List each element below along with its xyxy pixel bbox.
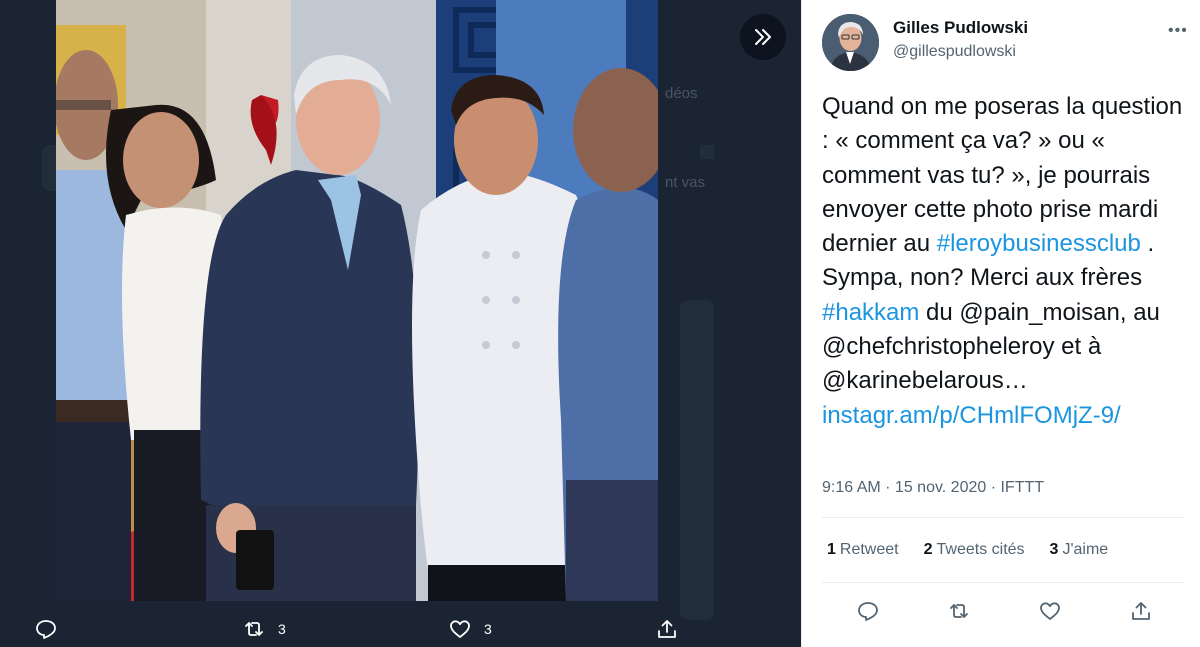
- viewer-share-button[interactable]: [655, 615, 679, 643]
- retweet-icon: [950, 604, 968, 618]
- reply-button[interactable]: [853, 596, 883, 626]
- retweet-icon: [245, 622, 263, 636]
- like-icon: [1040, 602, 1060, 620]
- tweet-text: Quand on me poseras la question : « comm…: [822, 90, 1184, 433]
- reply-icon: [36, 620, 56, 639]
- avatar-image: [822, 14, 879, 71]
- instagram-link[interactable]: instagr.am/p/CHmlFOMjZ-9/: [822, 402, 1121, 429]
- background-label-how-are-you: nt vas: [665, 174, 706, 191]
- retweets-count: 1: [827, 541, 836, 558]
- avatar[interactable]: [822, 14, 879, 71]
- author-handle[interactable]: @gillespudlowski: [893, 43, 1016, 61]
- expand-icon: [755, 29, 771, 45]
- retweets-stat[interactable]: 1 Retweet: [827, 541, 899, 559]
- tweet-photo[interactable]: [56, 0, 658, 601]
- tweet-actions: [802, 596, 1200, 626]
- viewer-reply-button[interactable]: [34, 615, 58, 643]
- viewer-like-count: 3: [484, 621, 492, 637]
- likes-label: J'aime: [1062, 541, 1109, 558]
- tweet-timestamp[interactable]: 9:16 AM · 15 nov. 2020 · IFTTT: [822, 479, 1044, 497]
- viewer-retweet-count: 3: [278, 621, 286, 637]
- viewer-retweet-button[interactable]: 3: [242, 615, 286, 643]
- photo-illustration: [56, 0, 658, 601]
- hashtag-link[interactable]: #leroybusinessclub: [937, 230, 1141, 257]
- share-button[interactable]: [1126, 596, 1156, 626]
- divider: [822, 582, 1184, 583]
- like-button[interactable]: [1035, 596, 1065, 626]
- tweet-panel: Gilles Pudlowski @gillespudlowski ••• Qu…: [801, 0, 1200, 647]
- tweet-stats: 1 Retweet 2 Tweets cités 3 J'aime: [827, 541, 1108, 559]
- retweets-label: Retweet: [839, 541, 899, 558]
- share-icon: [1132, 602, 1150, 620]
- likes-count: 3: [1049, 541, 1059, 558]
- reply-icon: [858, 602, 878, 621]
- quotes-label: Tweets cités: [936, 541, 1025, 558]
- likes-stat[interactable]: 3 J'aime: [1050, 541, 1109, 559]
- expand-button[interactable]: [740, 14, 786, 60]
- background-label-videos: déos: [665, 85, 698, 102]
- quotes-count: 2: [923, 541, 933, 558]
- background-card: [680, 300, 714, 620]
- media-viewer: déos nt vas 3 3: [0, 0, 801, 647]
- background-icon: [700, 145, 714, 159]
- divider: [822, 517, 1184, 518]
- quote-tweets-stat[interactable]: 2 Tweets cités: [924, 541, 1025, 559]
- share-icon: [658, 620, 676, 638]
- retweet-button[interactable]: [944, 596, 974, 626]
- hashtag-link[interactable]: #hakkam: [822, 299, 919, 326]
- like-icon: [450, 620, 470, 638]
- more-icon[interactable]: •••: [1168, 22, 1188, 40]
- author-name[interactable]: Gilles Pudlowski: [893, 18, 1028, 38]
- viewer-like-button[interactable]: 3: [448, 615, 492, 643]
